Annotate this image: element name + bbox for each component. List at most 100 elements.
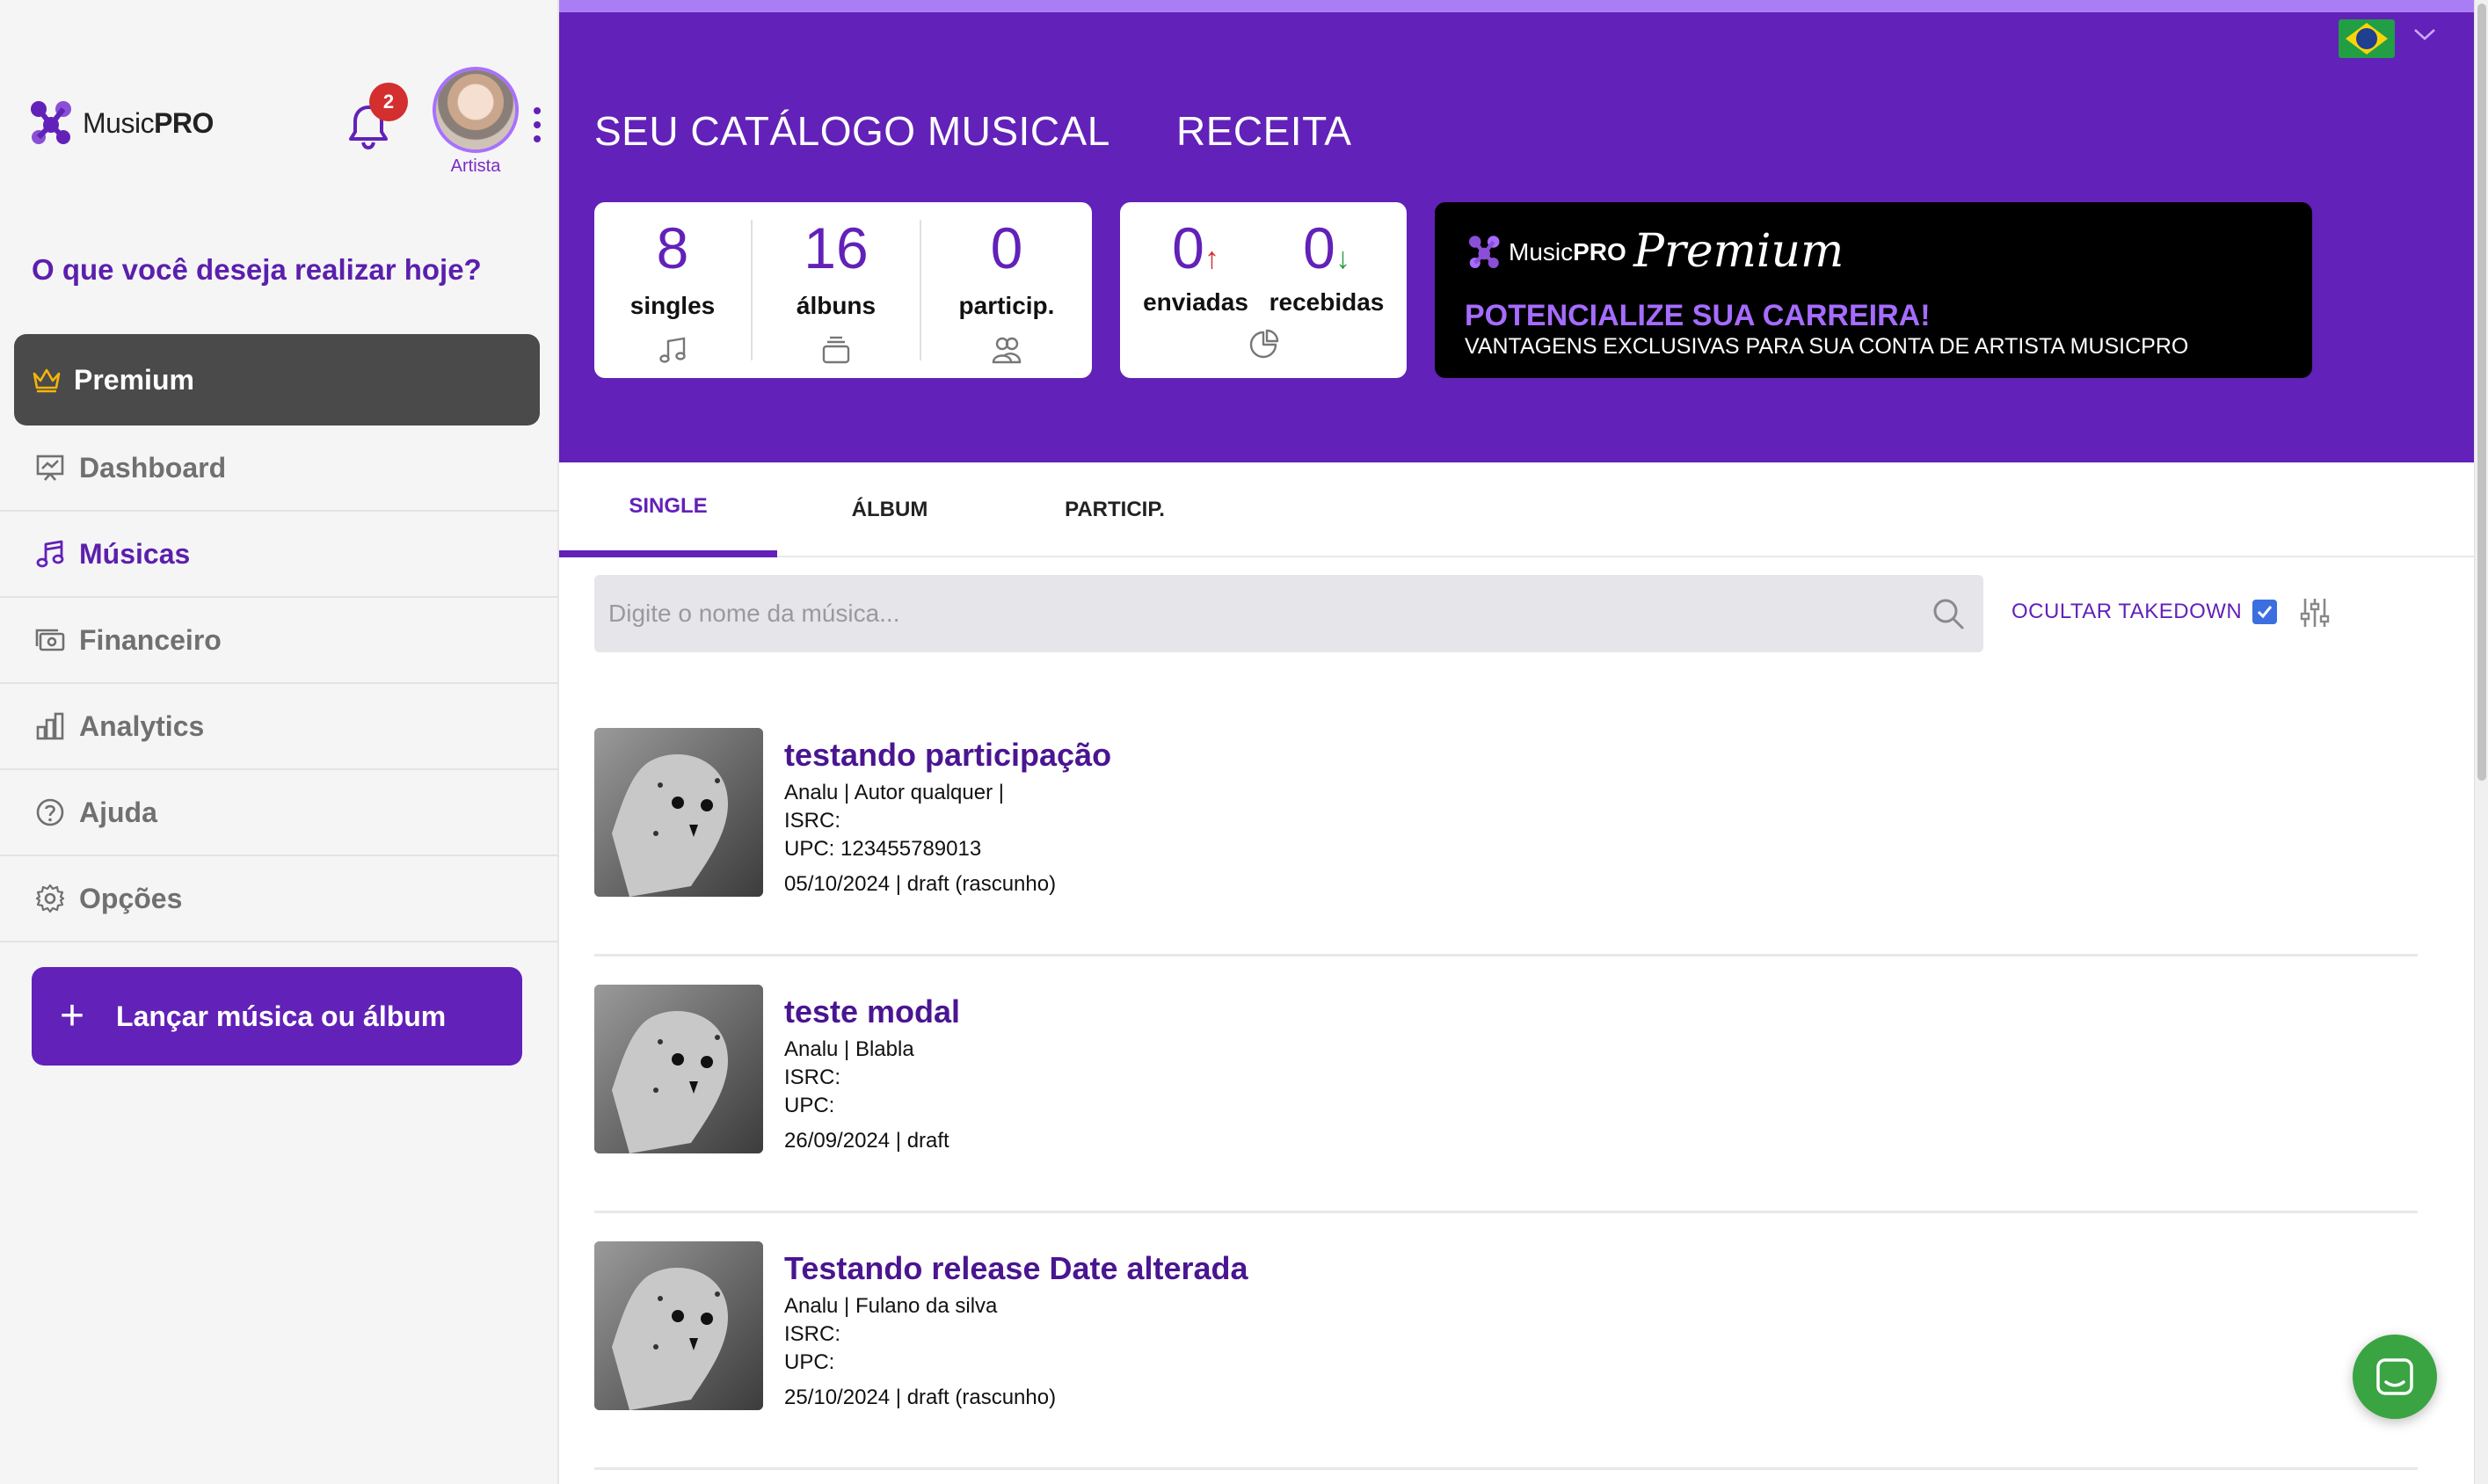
pie-chart-icon <box>1249 329 1279 359</box>
launch-music-button[interactable]: + Lançar música ou álbum <box>32 967 522 1066</box>
music-note-icon <box>659 337 686 363</box>
sidebar-item-label: Dashboard <box>79 451 227 484</box>
bar-chart-icon <box>36 712 64 740</box>
hide-takedown-checkbox[interactable] <box>2252 600 2278 624</box>
tab-single[interactable]: SINGLE <box>559 462 777 557</box>
sidebar-item-financeiro[interactable]: Financeiro <box>0 598 559 684</box>
musicpro-logo-mark <box>1469 236 1500 268</box>
catalog-stats-card: 8 singles 16 álbuns 0 particip. <box>594 202 1092 378</box>
song-list-item[interactable]: teste modal Analu | Blabla ISRC: UPC: 26… <box>594 960 2418 1213</box>
hide-takedown-toggle[interactable]: OCULTAR TAKEDOWN <box>2011 600 2278 624</box>
song-cover-image <box>594 728 763 897</box>
sidebar-item-musicas[interactable]: Músicas <box>0 512 559 598</box>
promo-script-title: Premium <box>1633 225 1844 278</box>
song-search-bar <box>594 575 1983 652</box>
revenue-sent-value: 0↑ <box>1172 215 1219 280</box>
stat-particip[interactable]: 0 particip. <box>921 202 1092 378</box>
cheetah-cover-image <box>594 728 763 897</box>
chat-icon <box>2376 1358 2413 1395</box>
sidebar-item-label: Ajuda <box>79 796 157 828</box>
song-date-status: 25/10/2024 | draft (rascunho) <box>784 1386 1057 1409</box>
chat-support-button[interactable] <box>2353 1335 2437 1419</box>
header-accent-line <box>559 0 2474 12</box>
sidebar-item-label: Analytics <box>79 709 205 742</box>
search-icon[interactable] <box>1931 596 1966 631</box>
song-artists: Analu | Autor qualquer | <box>784 781 1004 804</box>
help-circle-icon <box>36 798 64 826</box>
more-options-icon[interactable] <box>529 107 545 142</box>
checkmark-icon <box>2258 606 2273 619</box>
gear-icon <box>35 884 65 913</box>
song-date-status: 05/10/2024 | draft (rascunho) <box>784 872 1057 896</box>
catalog-tabs: SINGLE ÁLBUM PARTICIP. <box>559 462 2474 557</box>
sidebar-item-ajuda[interactable]: Ajuda <box>0 770 559 856</box>
logo-text: MusicPRO <box>83 106 214 139</box>
sidebar-item-opcoes[interactable]: Opções <box>0 856 559 942</box>
sidebar: MusicPRO 2 Artista O que você deseja rea… <box>0 0 559 1484</box>
chevron-down-icon[interactable] <box>2412 25 2437 44</box>
catalog-header: SEU CATÁLOGO MUSICAL RECEITA 8 singles 1… <box>559 0 2474 462</box>
musicpro-logo[interactable]: MusicPRO <box>30 98 214 148</box>
album-stack-icon <box>822 336 850 364</box>
revenue-label: recebidas <box>1269 288 1385 316</box>
sidebar-item-premium[interactable]: Premium <box>14 334 540 426</box>
song-upc: UPC: <box>784 1350 835 1374</box>
song-isrc: ISRC: <box>784 1066 841 1089</box>
revenue-title: RECEITA <box>1176 108 1352 154</box>
cheetah-cover-image <box>594 1241 763 1410</box>
song-isrc: ISRC: <box>784 1322 841 1346</box>
stat-albuns[interactable]: 16 álbuns <box>753 202 920 378</box>
hide-takedown-label: OCULTAR TAKEDOWN <box>2011 600 2243 623</box>
sidebar-item-analytics[interactable]: Analytics <box>0 684 559 770</box>
tab-album[interactable]: ÁLBUM <box>777 462 1002 557</box>
notification-count-badge: 2 <box>369 83 408 121</box>
page-scrollbar[interactable] <box>2474 0 2488 1484</box>
song-title[interactable]: Testando release Date alterada <box>784 1250 1248 1287</box>
song-date-status: 26/09/2024 | draft <box>784 1129 949 1153</box>
arrow-up-icon: ↑ <box>1204 242 1219 275</box>
promo-logo-text: MusicPRO <box>1509 238 1626 266</box>
song-upc: UPC: 123455789013 <box>784 837 982 861</box>
promo-logo: MusicPRO <box>1468 234 1626 271</box>
song-artists: Analu | Fulano da silva <box>784 1294 998 1318</box>
song-list-item[interactable]: Testando release Date alterada Analu | F… <box>594 1217 2418 1470</box>
user-role-label: Artista <box>450 156 501 176</box>
launch-button-label: Lançar música ou álbum <box>116 1000 447 1032</box>
sidebar-item-label: Financeiro <box>79 623 222 656</box>
song-cover-image <box>594 1241 763 1410</box>
song-list-item[interactable]: testando participação Analu | Autor qual… <box>594 703 2418 957</box>
crown-icon <box>33 368 61 393</box>
song-cover-image <box>594 985 763 1153</box>
song-artists: Analu | Blabla <box>784 1037 914 1061</box>
revenue-card[interactable]: 0↑ enviadas 0↓ recebidas <box>1120 202 1407 378</box>
sidebar-item-label: Premium <box>74 363 194 396</box>
brazil-flag-icon[interactable] <box>2339 19 2395 58</box>
scrollbar-thumb[interactable] <box>2477 4 2486 781</box>
tab-particip[interactable]: PARTICIP. <box>1002 462 1227 557</box>
premium-promo-banner[interactable]: MusicPRO Premium POTENCIALIZE SUA CARREI… <box>1435 202 2312 378</box>
search-input[interactable] <box>594 575 1913 652</box>
stat-value: 8 <box>656 215 689 280</box>
song-isrc: ISRC: <box>784 809 841 833</box>
stat-label: particip. <box>958 292 1055 319</box>
song-title[interactable]: teste modal <box>784 993 960 1030</box>
music-note-icon <box>36 540 64 568</box>
musicpro-logo-mark <box>31 101 71 144</box>
cheetah-cover-image <box>594 985 763 1153</box>
promo-headline: POTENCIALIZE SUA CARREIRA! <box>1465 299 1931 332</box>
avatar[interactable] <box>433 67 519 153</box>
stat-label: álbuns <box>796 292 877 319</box>
song-title[interactable]: testando participação <box>784 737 1111 774</box>
stat-singles[interactable]: 8 singles <box>594 202 751 378</box>
filter-sliders-icon[interactable] <box>2298 596 2332 629</box>
stat-value: 0 <box>990 215 1023 280</box>
stat-value: 16 <box>804 215 869 280</box>
arrow-down-icon: ↓ <box>1335 242 1350 275</box>
promo-subline: VANTAGENS EXCLUSIVAS PARA SUA CONTA DE A… <box>1465 334 2189 359</box>
catalog-title: SEU CATÁLOGO MUSICAL <box>594 108 1110 154</box>
plus-icon: + <box>60 993 85 1039</box>
users-icon <box>992 337 1022 364</box>
sidebar-item-dashboard[interactable]: Dashboard <box>0 426 559 512</box>
money-icon <box>35 629 65 651</box>
sidebar-item-label: Opções <box>79 882 183 914</box>
